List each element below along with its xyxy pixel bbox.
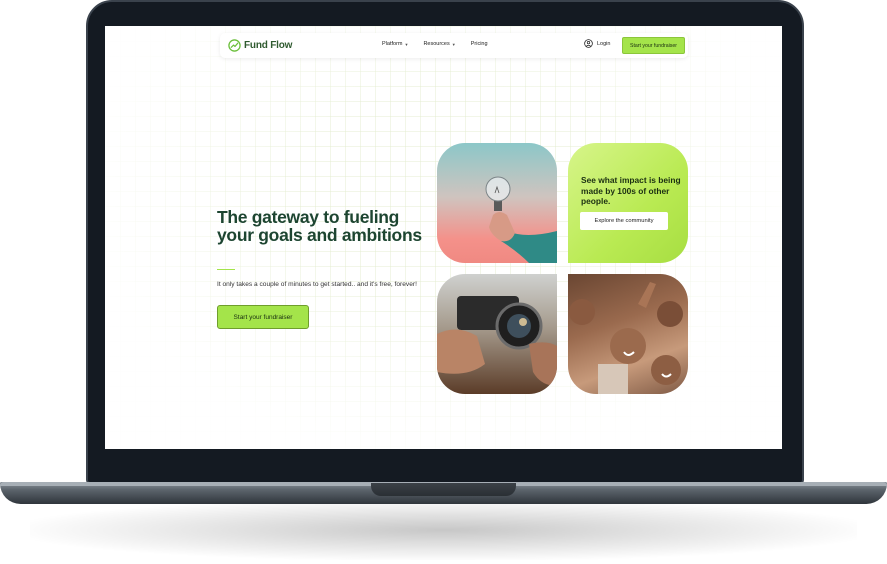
- camera-illustration: [437, 296, 557, 386]
- logo-text: Fund Flow: [244, 40, 293, 51]
- impact-card: See what impact is being made by 100s of…: [568, 143, 688, 263]
- headline-underline: [217, 269, 235, 270]
- children-illustration: [569, 282, 683, 394]
- hero-start-fundraiser-button[interactable]: Start your fundraiser: [217, 305, 309, 329]
- trend-up-circle-icon: [228, 39, 241, 52]
- nav-item-resources[interactable]: Resources ▼: [423, 41, 455, 47]
- login-label: Login: [597, 40, 611, 47]
- nav-item-label: Pricing: [470, 41, 488, 47]
- chevron-down-icon: ▼: [451, 41, 456, 47]
- children-group-photo: [568, 274, 688, 394]
- nav-item-label: Platform: [382, 41, 403, 47]
- nav-start-fundraiser-button[interactable]: Start your fundraiser: [622, 37, 685, 54]
- top-navbar: Fund Flow Platform ▼ Resources ▼ Pricing…: [220, 33, 688, 58]
- lightbulb-illustration: [485, 176, 557, 263]
- explore-community-button[interactable]: Explore the community: [580, 212, 668, 230]
- user-circle-icon: [584, 39, 593, 48]
- nav-links: Platform ▼ Resources ▼ Pricing: [382, 41, 488, 47]
- camera-hands-photo: [437, 274, 557, 394]
- chevron-down-icon: ▼: [404, 41, 409, 47]
- laptop-shadow: [30, 500, 857, 560]
- login-link[interactable]: Login: [584, 39, 610, 48]
- laptop-notch: [371, 483, 516, 496]
- logo[interactable]: Fund Flow: [228, 38, 292, 53]
- impact-text: See what impact is being made by 100s of…: [581, 175, 681, 206]
- lightbulb-hand-photo: [437, 143, 557, 263]
- nav-item-label: Resources: [423, 41, 450, 47]
- nav-item-platform[interactable]: Platform ▼: [382, 41, 408, 47]
- hero-headline: The gateway to fueling your goals and am…: [217, 207, 422, 245]
- laptop-screen: Fund Flow Platform ▼ Resources ▼ Pricing…: [105, 26, 782, 449]
- hero-subtext: It only takes a couple of minutes to get…: [217, 281, 417, 288]
- nav-item-pricing[interactable]: Pricing: [471, 41, 488, 47]
